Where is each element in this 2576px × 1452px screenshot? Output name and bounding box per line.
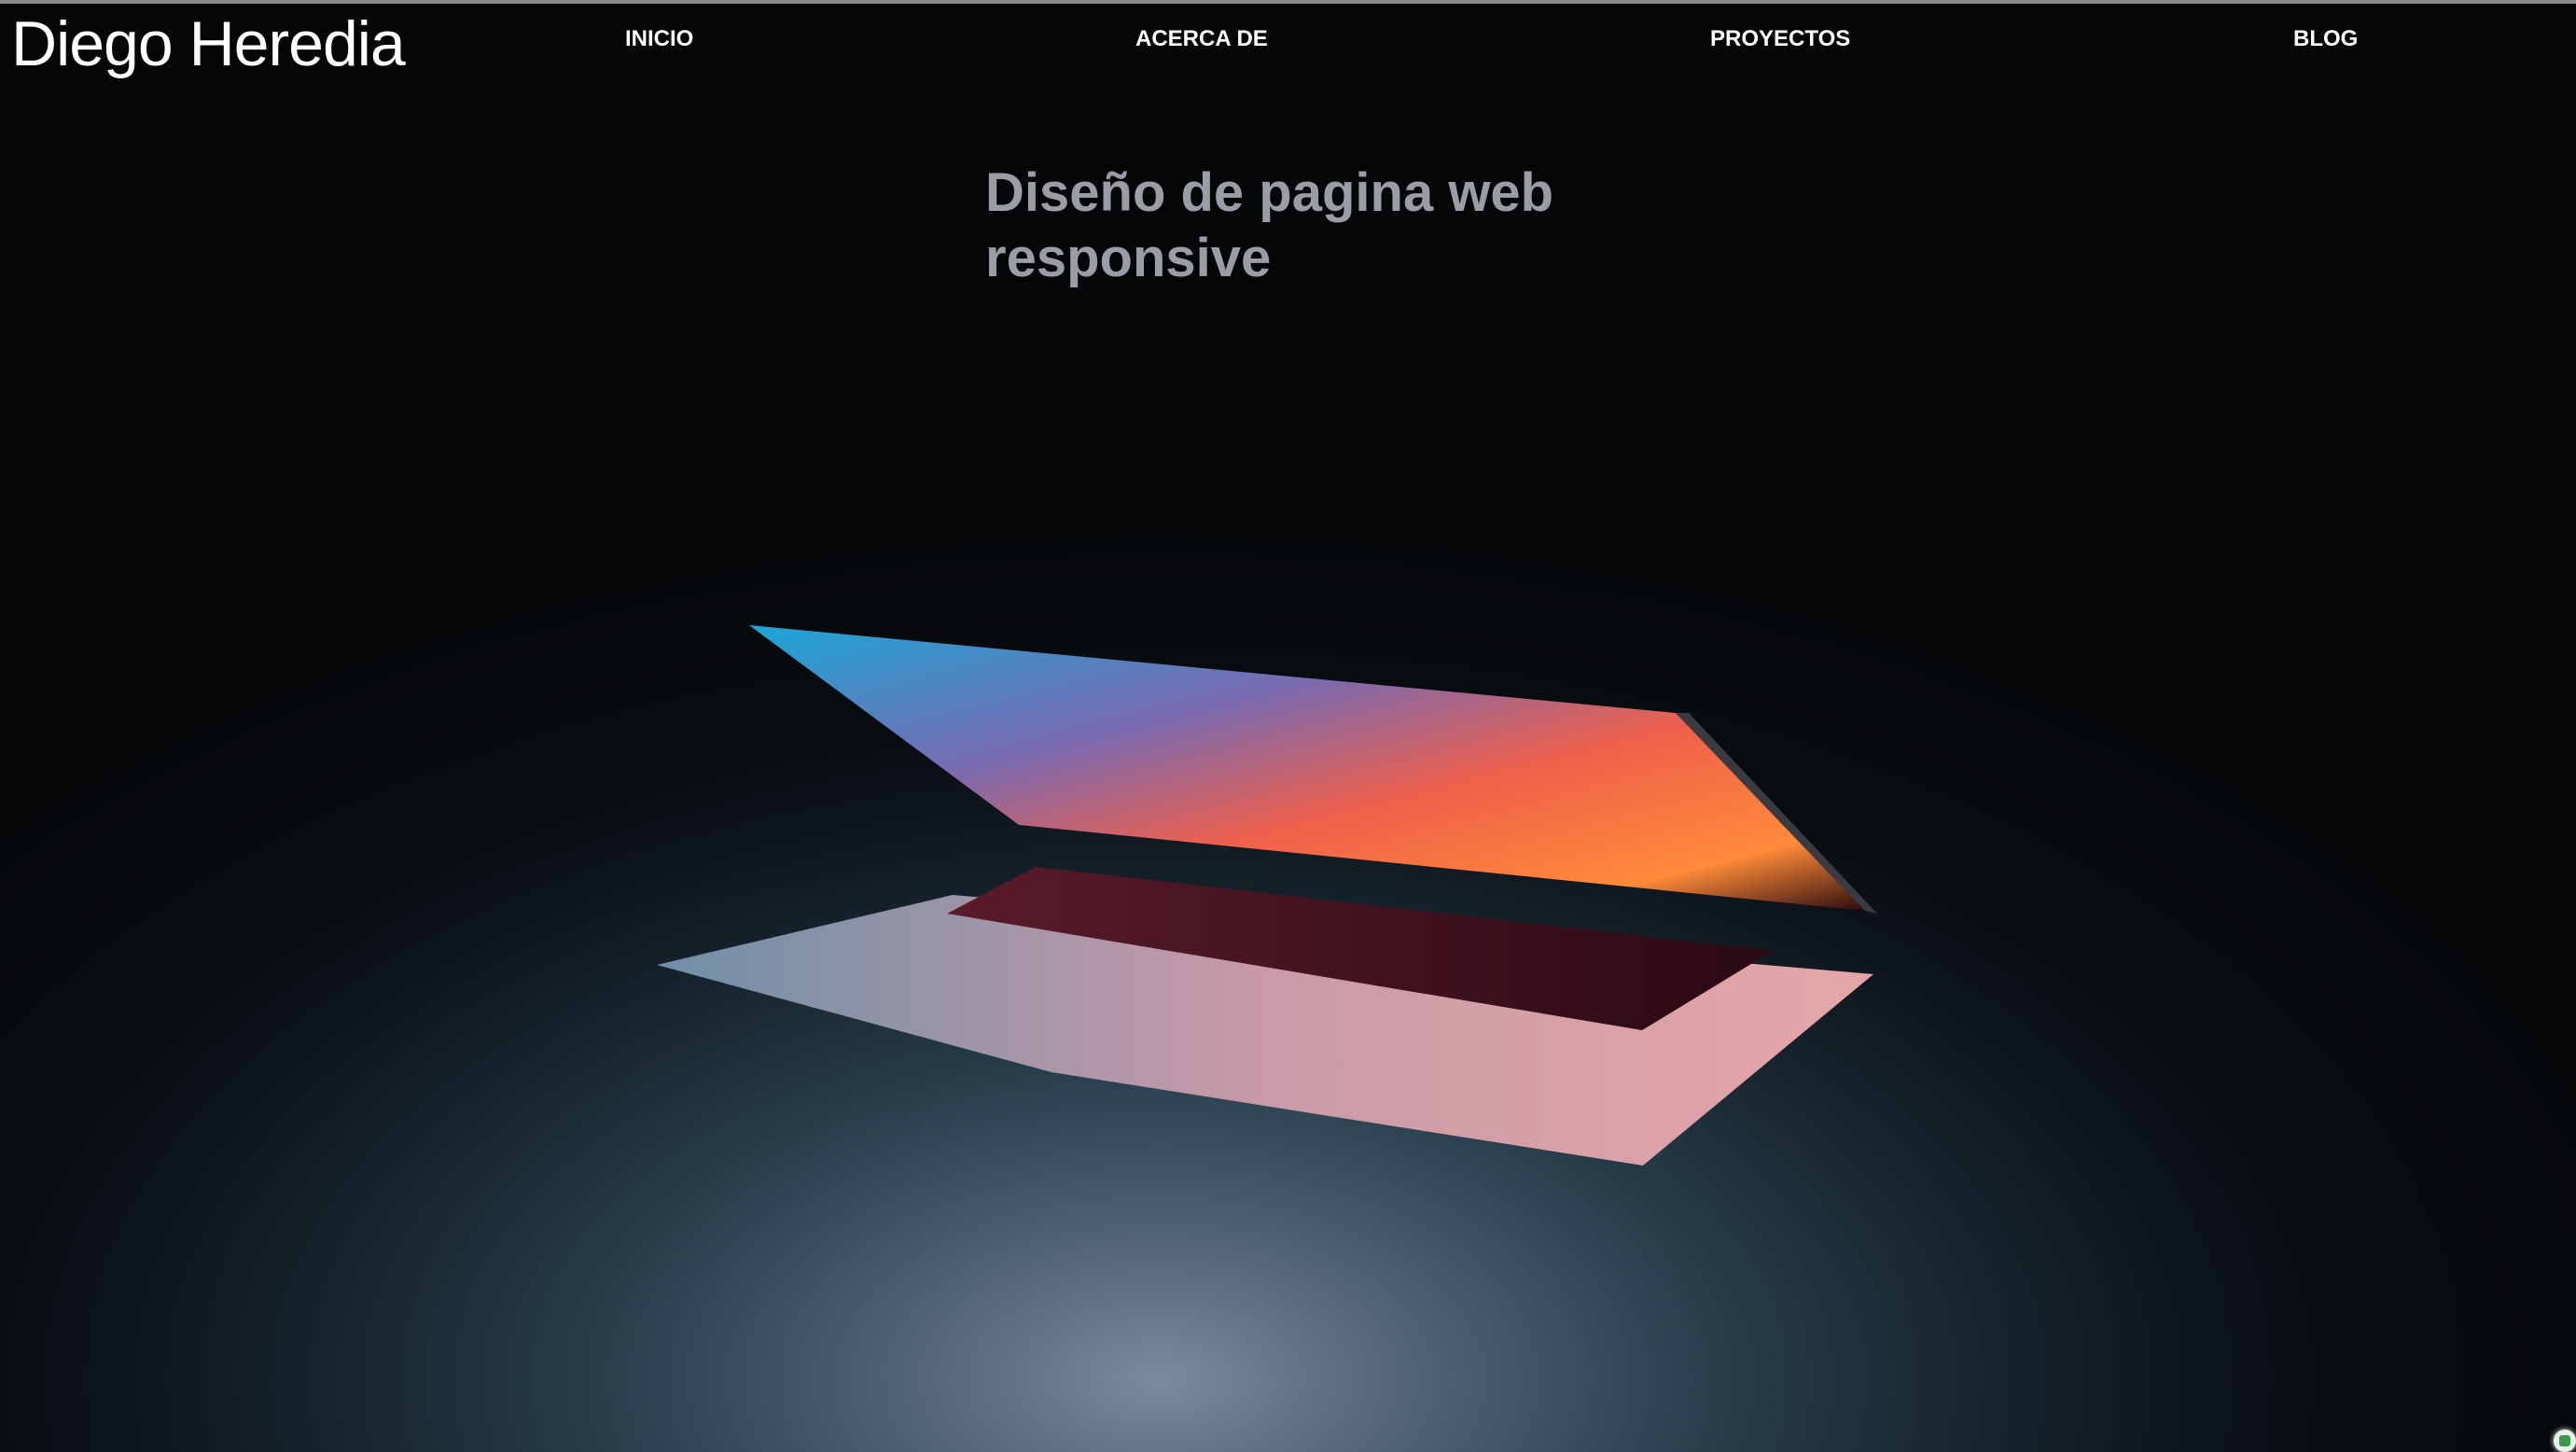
extension-badge[interactable] xyxy=(2554,1430,2576,1452)
hero-section: Diego Heredia INICIO ACERCA DE PROYECTOS… xyxy=(0,4,2576,1452)
hero-title: Diseño de pagina web responsive xyxy=(985,162,1554,288)
nav-acerca-de[interactable]: ACERCA DE xyxy=(1135,26,1268,52)
nav-inicio[interactable]: INICIO xyxy=(625,26,693,52)
nav-proyectos[interactable]: PROYECTOS xyxy=(1710,26,1850,52)
nav-blog[interactable]: BLOG xyxy=(2293,26,2358,52)
site-brand[interactable]: Diego Heredia xyxy=(11,7,406,80)
shield-icon xyxy=(2559,1435,2570,1446)
